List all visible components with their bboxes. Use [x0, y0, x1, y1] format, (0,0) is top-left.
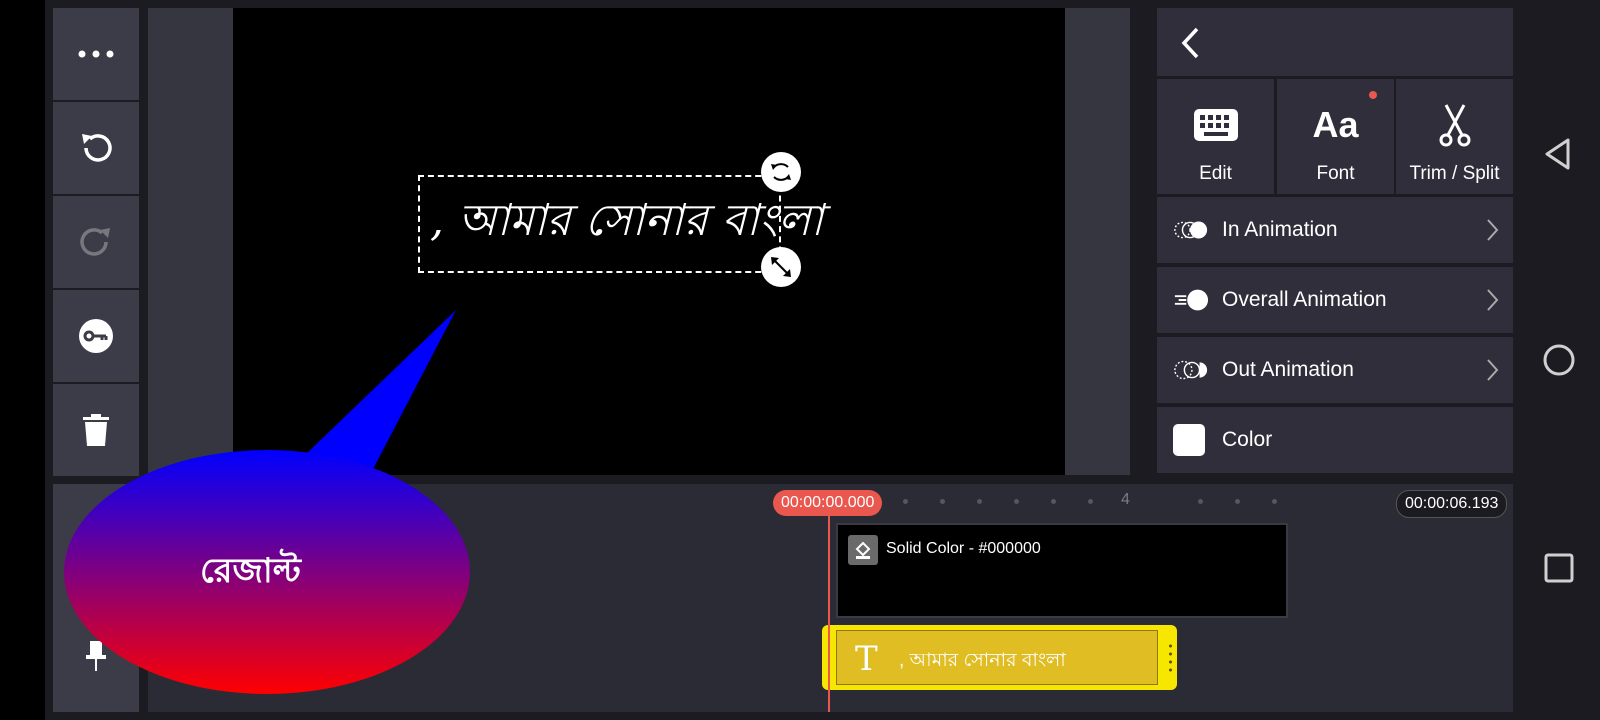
overall-animation-row[interactable]: Overall Animation [1157, 267, 1513, 333]
timeline-tick-label: 4 [1121, 491, 1130, 508]
end-time: 00:00:06.193 [1396, 490, 1508, 518]
resize-handle[interactable] [761, 247, 801, 287]
color-swatch-icon [1173, 424, 1205, 456]
more-options-button[interactable] [53, 8, 139, 100]
scissors-icon [1439, 104, 1470, 147]
font-button[interactable]: Aa Font [1277, 79, 1394, 194]
redo-icon [80, 228, 110, 256]
font-aa-icon: Aa [1312, 104, 1359, 145]
clip-trim-handle[interactable] [1169, 643, 1172, 673]
back-triangle-icon[interactable] [1543, 137, 1573, 171]
out-animation-icon [1174, 360, 1208, 380]
left-black-strip [0, 0, 45, 720]
redo-button[interactable] [53, 196, 139, 288]
timeline-tick [1014, 499, 1019, 504]
panel-header [1157, 8, 1513, 76]
timeline-tick [1088, 499, 1093, 504]
overall-animation-icon [1174, 289, 1209, 311]
recents-square-icon[interactable] [1544, 553, 1574, 583]
overall-animation-label: Overall Animation [1222, 288, 1387, 311]
chevron-right-icon [1487, 219, 1499, 241]
timeline-tick [1051, 499, 1056, 504]
chevron-right-icon [1487, 289, 1499, 311]
solid-clip-label: Solid Color - #000000 [886, 540, 1041, 557]
out-animation-row[interactable]: Out Animation [1157, 337, 1513, 403]
undo-button[interactable] [53, 102, 139, 194]
text-clip-label: , আমার সোনার বাংলা [899, 650, 1066, 671]
out-animation-label: Out Animation [1222, 358, 1354, 381]
timeline-tick [940, 499, 945, 504]
solid-color-clip[interactable]: Solid Color - #000000 [836, 523, 1288, 618]
timeline-tick [977, 499, 982, 504]
timeline-tick [1198, 499, 1203, 504]
preview-overlay-text: , আমার সোনার বাংলা [430, 195, 824, 246]
speech-bubble-overlay [64, 310, 470, 694]
timeline-tick [1272, 499, 1277, 504]
trim-split-label: Trim / Split [1409, 163, 1500, 184]
in-animation-label: In Animation [1222, 218, 1338, 241]
undo-icon [82, 134, 112, 162]
font-label: Font [1316, 163, 1355, 184]
timeline-tick [903, 499, 908, 504]
rotate-icon [771, 163, 791, 181]
chevron-left-icon[interactable] [1179, 26, 1201, 60]
system-navigation-bar [1520, 0, 1600, 720]
text-options-panel: Edit Aa Font Trim / Split In Animation O… [1157, 8, 1513, 475]
edit-label: Edit [1199, 163, 1232, 184]
color-label: Color [1222, 428, 1273, 451]
tools-row: Edit Aa Font Trim / Split [1157, 79, 1513, 194]
font-badge [1369, 91, 1377, 99]
text-clip-glyph: T [855, 639, 878, 679]
playhead-time: 00:00:00.000 [773, 490, 883, 516]
more-dots-icon [78, 50, 114, 58]
rotate-handle[interactable] [761, 152, 801, 192]
paint-bucket-icon [848, 535, 878, 565]
text-layer-selection-box[interactable]: , আমার সোনার বাংলা [418, 175, 824, 273]
in-animation-row[interactable]: In Animation [1157, 197, 1513, 263]
resize-icon [771, 257, 791, 277]
in-animation-icon [1174, 221, 1208, 239]
trim-split-button[interactable]: Trim / Split [1396, 79, 1513, 194]
color-row[interactable]: Color [1157, 407, 1513, 473]
playhead-line[interactable] [828, 516, 830, 712]
keyboard-icon [1193, 109, 1238, 141]
timeline-tick [1235, 499, 1240, 504]
edit-button[interactable]: Edit [1157, 79, 1274, 194]
bubble-text: রেজাল্ট [200, 551, 301, 591]
chevron-right-icon [1487, 359, 1499, 381]
text-clip-body: T , আমার সোনার বাংলা [836, 630, 1158, 685]
text-clip[interactable]: T , আমার সোনার বাংলা [822, 625, 1177, 690]
home-circle-icon[interactable] [1542, 343, 1576, 377]
